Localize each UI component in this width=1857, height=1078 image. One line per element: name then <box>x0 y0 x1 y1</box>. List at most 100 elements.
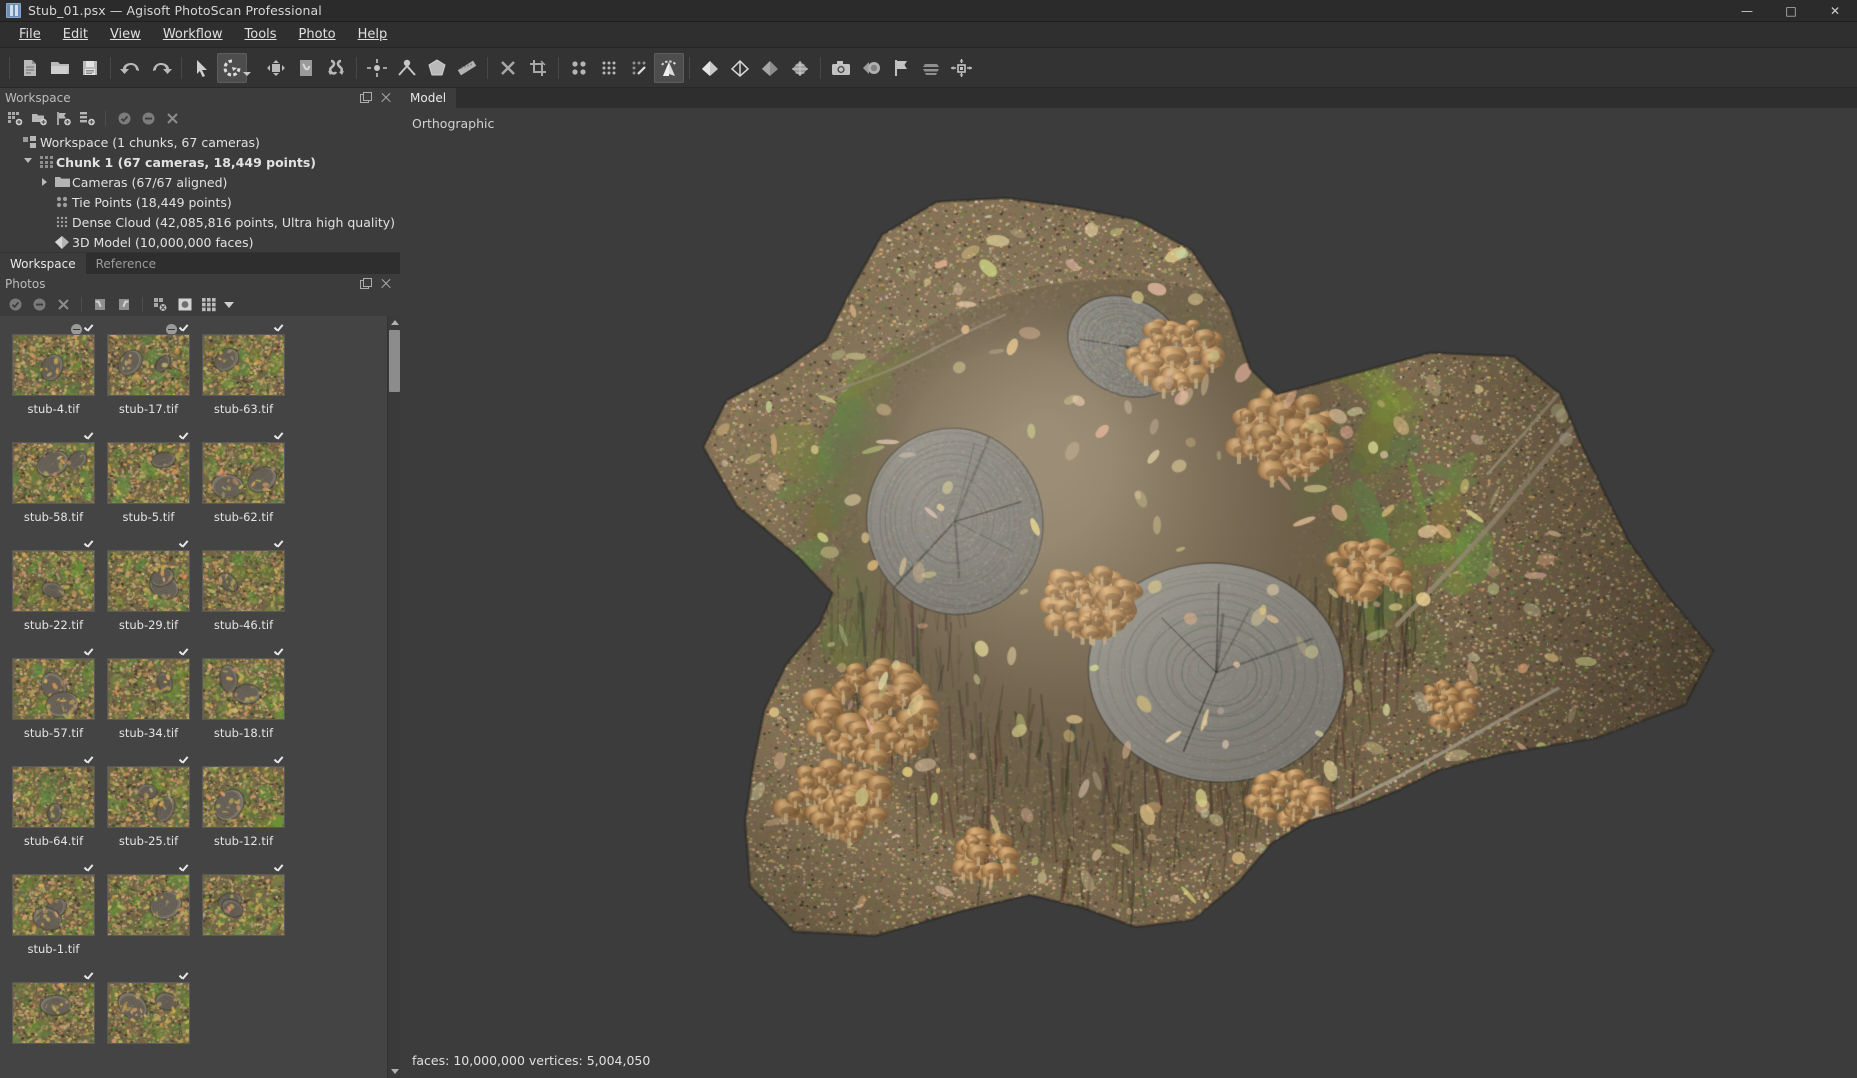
photo-thumbnail-item[interactable]: stub-25.tif <box>101 754 196 862</box>
minimize-button[interactable]: — <box>1725 0 1769 22</box>
reset-view-icon[interactable] <box>946 53 976 83</box>
photo-thumbnail-item[interactable]: stub-17.tif <box>101 322 196 430</box>
close-button[interactable]: ✕ <box>1813 0 1857 22</box>
ruler-icon[interactable] <box>452 53 482 83</box>
chevron-down-icon[interactable] <box>20 158 36 167</box>
select-arrow-icon[interactable] <box>187 53 217 83</box>
scale-object-icon[interactable] <box>291 53 321 83</box>
show-region-icon[interactable] <box>916 53 946 83</box>
photo-thumbnail-wrapper <box>107 442 190 504</box>
model-wireframe-icon[interactable] <box>725 53 755 83</box>
close-panel-icon[interactable] <box>380 92 391 103</box>
camera-icon[interactable] <box>826 53 856 83</box>
add-chunk-icon[interactable] <box>4 109 26 129</box>
menu-tools[interactable]: Tools <box>234 24 288 46</box>
photo-thumbnail-item[interactable]: stub-12.tif <box>196 754 291 862</box>
remove-photo-icon[interactable] <box>52 295 74 315</box>
undo-icon[interactable] <box>116 53 146 83</box>
model-textured-icon[interactable] <box>785 53 815 83</box>
photo-thumbnail-item[interactable]: stub-5.tif <box>101 430 196 538</box>
show-cameras-icon[interactable] <box>856 53 886 83</box>
rotate-object-icon[interactable] <box>217 53 247 83</box>
photo-thumbnail-item[interactable] <box>6 970 101 1078</box>
workspace-tree: Workspace (1 chunks, 67 cameras) Chunk 1… <box>0 130 400 252</box>
delete-selection-icon[interactable] <box>493 53 523 83</box>
photo-thumbnail-item[interactable] <box>101 862 196 970</box>
show-markers-icon[interactable] <box>886 53 916 83</box>
tab-reference[interactable]: Reference <box>86 253 166 274</box>
close-panel-icon[interactable] <box>380 278 391 289</box>
remove-icon[interactable] <box>161 109 183 129</box>
photos-scrollbar[interactable] <box>387 316 400 1078</box>
photo-thumbnail-item[interactable]: stub-57.tif <box>6 646 101 754</box>
chevron-down-icon[interactable] <box>222 295 236 315</box>
model-solid-icon[interactable] <box>755 53 785 83</box>
float-panel-icon[interactable] <box>360 92 371 103</box>
enable-icon[interactable] <box>113 109 135 129</box>
point-cloud-colors-icon[interactable] <box>654 53 684 83</box>
open-folder-icon[interactable] <box>45 53 75 83</box>
tree-item-workspace[interactable]: Workspace (1 chunks, 67 cameras) <box>0 132 400 152</box>
disable-icon[interactable] <box>137 109 159 129</box>
add-markers-icon[interactable] <box>52 109 74 129</box>
disable-photo-icon[interactable] <box>28 295 50 315</box>
photo-thumbnail-item[interactable]: stub-64.tif <box>6 754 101 862</box>
photo-thumbnail-item[interactable] <box>101 970 196 1078</box>
model-3d-canvas[interactable] <box>400 108 1857 1078</box>
point-cloud-sparse-icon[interactable] <box>564 53 594 83</box>
photo-thumbnail-item[interactable]: stub-4.tif <box>6 322 101 430</box>
menu-view[interactable]: View <box>99 24 152 46</box>
photo-thumbnail-item[interactable]: stub-58.tif <box>6 430 101 538</box>
photo-thumbnail-wrapper <box>107 658 190 720</box>
point-cloud-classified-icon[interactable] <box>624 53 654 83</box>
draw-polygon-icon[interactable] <box>422 53 452 83</box>
tree-item-tie-points[interactable]: Tie Points (18,449 points) <box>0 192 400 212</box>
show-mask-icon[interactable] <box>174 295 196 315</box>
tab-workspace[interactable]: Workspace <box>0 253 86 274</box>
thumbnail-size-icon[interactable] <box>198 295 220 315</box>
menu-file[interactable]: File <box>8 24 52 46</box>
save-icon[interactable] <box>75 53 105 83</box>
tree-item-3d-model[interactable]: 3D Model (10,000,000 faces) <box>0 232 400 252</box>
add-scalebar-icon[interactable] <box>392 53 422 83</box>
photo-thumbnail-item[interactable]: stub-46.tif <box>196 538 291 646</box>
crop-selection-icon[interactable] <box>523 53 553 83</box>
chevron-down-icon[interactable] <box>243 72 251 76</box>
photo-thumbnail-item[interactable]: stub-29.tif <box>101 538 196 646</box>
photo-thumbnail-item[interactable]: stub-62.tif <box>196 430 291 538</box>
add-marker-icon[interactable] <box>362 53 392 83</box>
chevron-right-icon[interactable] <box>36 178 52 186</box>
photo-thumbnail-item[interactable]: stub-63.tif <box>196 322 291 430</box>
rotate-right-icon[interactable] <box>113 295 135 315</box>
enable-photo-icon[interactable] <box>4 295 26 315</box>
point-cloud-dense-icon[interactable] <box>594 53 624 83</box>
tab-model[interactable]: Model <box>400 88 456 108</box>
photo-thumbnail-image <box>12 658 95 720</box>
reset-masks-icon[interactable] <box>150 295 172 315</box>
maximize-button[interactable]: □ <box>1769 0 1813 22</box>
model-viewport[interactable]: Orthographic faces: 10,000,000 vertices:… <box>400 108 1857 1078</box>
add-scalebars-icon[interactable] <box>76 109 98 129</box>
tree-item-dense-cloud[interactable]: Dense Cloud (42,085,816 points, Ultra hi… <box>0 212 400 232</box>
menu-photo[interactable]: Photo <box>288 24 347 46</box>
redo-icon[interactable] <box>146 53 176 83</box>
float-panel-icon[interactable] <box>360 278 371 289</box>
menu-edit[interactable]: Edit <box>52 24 99 46</box>
add-photos-icon[interactable] <box>28 109 50 129</box>
photo-thumbnail-item[interactable] <box>196 862 291 970</box>
photo-thumbnail-item[interactable]: stub-34.tif <box>101 646 196 754</box>
rotate-left-icon[interactable] <box>89 295 111 315</box>
toolbar-separator <box>558 57 559 79</box>
tree-item-cameras[interactable]: Cameras (67/67 aligned) <box>0 172 400 192</box>
new-document-icon[interactable] <box>15 53 45 83</box>
model-shaded-icon[interactable] <box>695 53 725 83</box>
photos-scrollbar-thumb[interactable] <box>389 330 400 392</box>
photo-thumbnail-item[interactable]: stub-18.tif <box>196 646 291 754</box>
tree-item-chunk-1[interactable]: Chunk 1 (67 cameras, 18,449 points) <box>0 152 400 172</box>
menu-workflow[interactable]: Workflow <box>152 24 234 46</box>
photo-thumbnail-item[interactable]: stub-22.tif <box>6 538 101 646</box>
photo-thumbnail-item[interactable]: stub-1.tif <box>6 862 101 970</box>
resize-region-icon[interactable] <box>321 53 351 83</box>
menu-help[interactable]: Help <box>347 24 399 46</box>
move-object-icon[interactable] <box>261 53 291 83</box>
